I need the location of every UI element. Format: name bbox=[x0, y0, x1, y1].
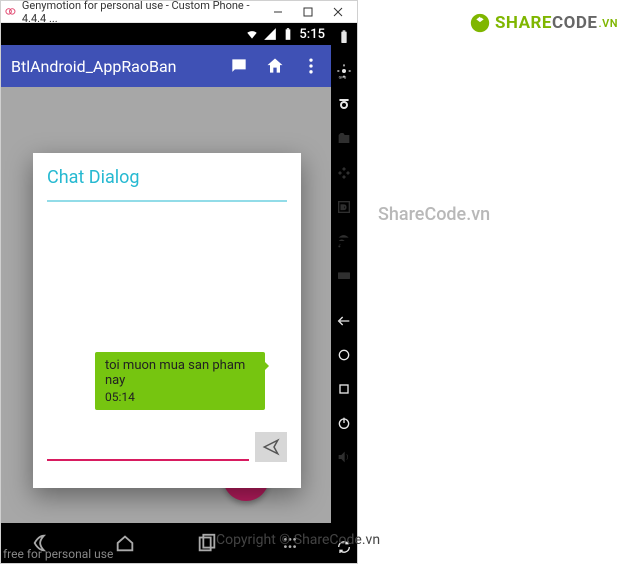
phone-sidebar-icon[interactable] bbox=[336, 267, 352, 283]
recents-button[interactable] bbox=[196, 532, 218, 554]
chat-dialog: Chat Dialog toi muon mua san pham nay 05… bbox=[33, 153, 301, 488]
sharecode-logo: SHARECODE.VN bbox=[469, 12, 618, 34]
app-title: BtlAndroid_AppRaoBan bbox=[11, 57, 213, 76]
message-input[interactable] bbox=[47, 433, 249, 461]
dialog-divider bbox=[47, 200, 287, 202]
dialog-title: Chat Dialog bbox=[47, 167, 287, 188]
overflow-menu-icon[interactable] bbox=[301, 56, 321, 76]
gps-sidebar-icon[interactable]: GPS bbox=[336, 63, 352, 79]
camera-sidebar-icon[interactable] bbox=[336, 97, 352, 113]
window-title: Genymotion for personal use - Custom Pho… bbox=[22, 0, 263, 25]
window-close-button[interactable] bbox=[323, 2, 353, 22]
message-icon[interactable] bbox=[229, 56, 249, 76]
sharecode-logo-icon bbox=[469, 12, 491, 34]
watermark-free-text: free for personal use bbox=[3, 547, 113, 561]
chat-message-text: toi muon mua san pham nay bbox=[105, 358, 255, 388]
window-maximize-button[interactable] bbox=[293, 2, 323, 22]
sidebar-recents-icon[interactable] bbox=[336, 381, 352, 397]
window-minimize-button[interactable] bbox=[263, 2, 293, 22]
genymotion-icon bbox=[5, 6, 16, 18]
message-list: toi muon mua san pham nay 05:14 bbox=[47, 210, 287, 410]
chat-bubble-sent: toi muon mua san pham nay 05:14 bbox=[95, 352, 265, 410]
status-time: 5:15 bbox=[299, 27, 325, 42]
volume-up-icon[interactable] bbox=[336, 449, 352, 465]
window-titlebar: Genymotion for personal use - Custom Pho… bbox=[1, 1, 357, 23]
wifi-icon bbox=[245, 27, 259, 41]
sidebar-power-icon[interactable] bbox=[336, 415, 352, 431]
svg-text:ID: ID bbox=[341, 205, 347, 212]
home-button[interactable] bbox=[114, 532, 136, 554]
emulator-window: Genymotion for personal use - Custom Pho… bbox=[0, 0, 358, 564]
network-sidebar-icon[interactable] bbox=[336, 233, 352, 249]
logo-domain: .VN bbox=[598, 17, 618, 30]
logo-text-gray: CODE bbox=[552, 13, 597, 33]
signal-icon bbox=[263, 27, 277, 41]
app-bar: BtlAndroid_AppRaoBan bbox=[1, 45, 331, 87]
svg-text:GPS: GPS bbox=[339, 74, 347, 79]
battery-icon bbox=[281, 27, 295, 41]
phone-screen: 5:15 BtlAndroid_AppRaoBan Chat Dialog bbox=[1, 23, 331, 563]
battery-sidebar-icon[interactable] bbox=[336, 29, 352, 45]
home-icon[interactable] bbox=[265, 56, 285, 76]
capture-sidebar-icon[interactable] bbox=[336, 131, 352, 147]
identifier-sidebar-icon[interactable]: ID bbox=[336, 199, 352, 215]
logo-text-green: SHARE bbox=[495, 13, 552, 33]
remote-sidebar-icon[interactable] bbox=[336, 165, 352, 181]
copyright-text: Copyright © ShareCode.vn bbox=[216, 532, 380, 548]
chat-message-time: 05:14 bbox=[105, 390, 255, 404]
watermark-text: ShareCode.vn bbox=[378, 204, 490, 225]
android-status-bar: 5:15 bbox=[1, 23, 331, 45]
send-button[interactable] bbox=[255, 432, 287, 462]
sidebar-back-icon[interactable] bbox=[336, 313, 352, 329]
sidebar-home-icon[interactable] bbox=[336, 347, 352, 363]
emulator-sidebar: GPS ID bbox=[331, 23, 357, 563]
